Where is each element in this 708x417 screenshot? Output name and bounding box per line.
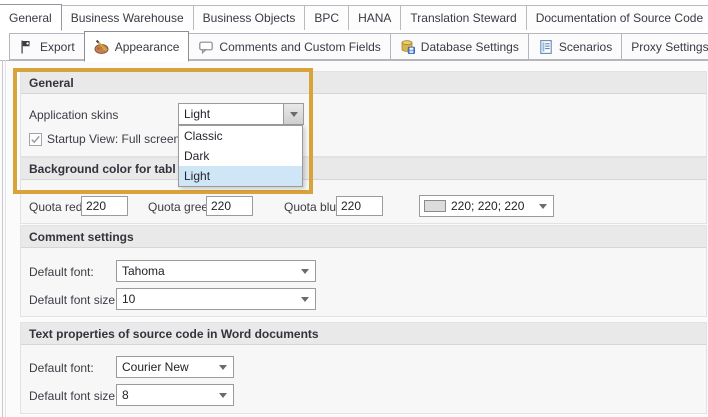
tab-business-objects[interactable]: Business Objects <box>193 5 306 30</box>
skin-option-light[interactable]: Light <box>179 166 302 186</box>
quota-blue-input[interactable] <box>336 196 383 216</box>
main-tab-bar: General Business Warehouse Business Obje… <box>0 3 708 30</box>
tab-hana[interactable]: HANA <box>348 5 401 30</box>
chevron-down-icon <box>219 393 227 398</box>
word-default-font-label: Default font: <box>29 361 94 375</box>
table-color-combobox[interactable]: 220; 220; 220 <box>419 195 554 217</box>
skin-option-classic[interactable]: Classic <box>179 126 302 146</box>
background-color-group-header: Background color for tabl <box>21 158 706 180</box>
tab-proxy-settings[interactable]: Proxy Settings <box>621 33 708 60</box>
table-color-dropdown-arrow[interactable] <box>533 196 553 216</box>
startup-fullscreen-label: Startup View: Full screen <box>47 132 180 146</box>
startup-fullscreen-checkbox[interactable] <box>29 133 42 146</box>
word-default-font-combobox[interactable]: Courier New <box>116 356 234 378</box>
general-group-header: General <box>21 72 706 94</box>
startup-fullscreen-row: Startup View: Full screen <box>29 132 180 146</box>
application-skins-label: Application skins <box>29 108 118 122</box>
comment-font-dropdown-arrow[interactable] <box>295 261 315 281</box>
panel-left-border <box>2 60 3 417</box>
comment-default-font-value: Tahoma <box>117 264 295 278</box>
tab-proxy-settings-label: Proxy Settings <box>631 40 708 54</box>
tab-export-label: Export <box>40 40 75 54</box>
comment-font-size-dropdown-arrow[interactable] <box>295 289 315 309</box>
word-font-dropdown-arrow[interactable] <box>213 357 233 377</box>
word-default-font-size-label: Default font size: <box>29 389 118 403</box>
sub-tab-bar: Export Appearance Comments and Custom Fi… <box>10 33 708 60</box>
chevron-down-icon <box>219 365 227 370</box>
general-group: General Application skins Startup View: … <box>20 71 707 157</box>
export-icon <box>19 39 35 55</box>
word-text-properties-group: Text properties of source code in Word d… <box>20 322 707 414</box>
tab-scenarios[interactable]: Scenarios <box>528 33 622 60</box>
table-color-value: 220; 220; 220 <box>446 199 533 213</box>
comment-settings-group: Comment settings Default font: Tahoma De… <box>20 225 707 317</box>
tab-general[interactable]: General <box>0 4 62 31</box>
tab-export[interactable]: Export <box>9 33 85 60</box>
tab-appearance[interactable]: Appearance <box>84 31 190 62</box>
application-skins-combobox[interactable]: Light <box>178 103 304 125</box>
tab-business-warehouse[interactable]: Business Warehouse <box>61 5 194 30</box>
tab-database-settings-label: Database Settings <box>421 40 519 54</box>
chevron-down-icon <box>539 204 547 209</box>
color-swatch <box>424 200 446 212</box>
quota-red-label: Quota red <box>29 200 82 214</box>
panel-left-border-inner <box>5 60 6 417</box>
comment-default-font-size-value: 10 <box>117 292 295 306</box>
word-font-size-dropdown-arrow[interactable] <box>213 385 233 405</box>
comment-default-font-combobox[interactable]: Tahoma <box>116 260 316 282</box>
tab-translation-steward[interactable]: Translation Steward <box>400 5 526 30</box>
database-icon <box>400 39 416 55</box>
tab-comments-label: Comments and Custom Fields <box>219 40 380 54</box>
comment-default-font-label: Default font: <box>29 265 94 279</box>
chevron-down-icon <box>301 297 309 302</box>
quota-blue-label: Quota blue <box>284 200 343 214</box>
application-skins-dropdown-button[interactable] <box>283 104 303 124</box>
quota-green-input[interactable] <box>206 196 253 216</box>
chevron-down-icon <box>301 269 309 274</box>
word-default-font-size-value: 8 <box>117 388 213 402</box>
quota-green-label: Quota green <box>148 200 215 214</box>
quota-red-input[interactable] <box>81 196 128 216</box>
tab-comments-and-custom-fields[interactable]: Comments and Custom Fields <box>188 33 390 60</box>
settings-window: General Business Warehouse Business Obje… <box>0 0 708 417</box>
checkmark-icon <box>30 134 41 145</box>
word-text-properties-group-header: Text properties of source code in Word d… <box>21 323 706 345</box>
skin-option-dark[interactable]: Dark <box>179 146 302 166</box>
background-color-group: Background color for tabl Quota red Quot… <box>20 157 707 224</box>
word-default-font-size-combobox[interactable]: 8 <box>116 384 234 406</box>
application-skins-dropdown-list: Classic Dark Light <box>178 125 303 187</box>
palette-icon <box>94 39 110 55</box>
comment-default-font-size-combobox[interactable]: 10 <box>116 288 316 310</box>
chevron-down-icon <box>290 112 298 117</box>
tab-documentation-of-source-code[interactable]: Documentation of Source Code <box>526 5 708 30</box>
comment-icon <box>198 39 214 55</box>
tab-database-settings[interactable]: Database Settings <box>390 33 529 60</box>
comment-settings-group-header: Comment settings <box>21 226 706 248</box>
tab-appearance-label: Appearance <box>115 40 180 54</box>
tab-scenarios-label: Scenarios <box>559 40 612 54</box>
application-skins-value: Light <box>179 107 283 121</box>
tab-bpc[interactable]: BPC <box>304 5 349 30</box>
word-default-font-value: Courier New <box>117 360 213 374</box>
scenarios-icon <box>538 39 554 55</box>
comment-default-font-size-label: Default font size: <box>29 293 118 307</box>
